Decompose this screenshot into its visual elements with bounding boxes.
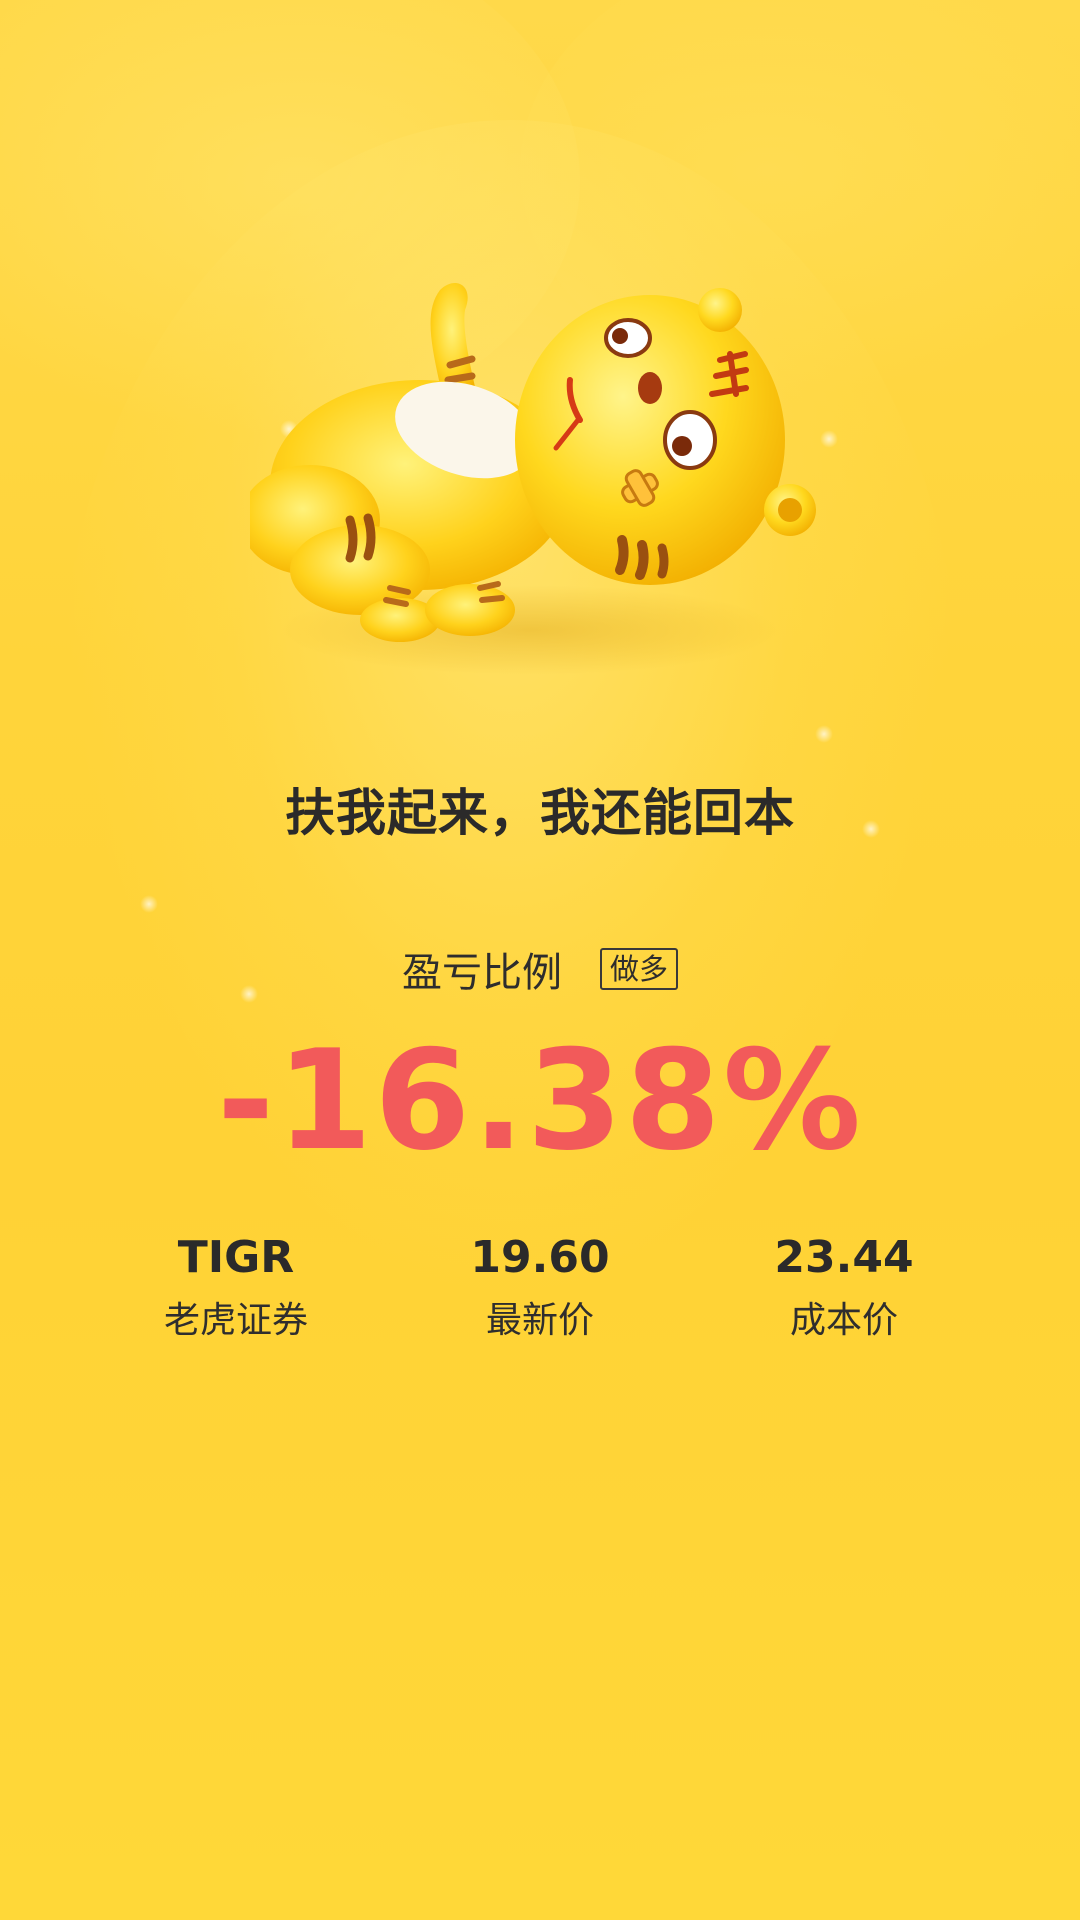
latest-price-value: 19.60 xyxy=(470,1232,610,1283)
share-headline: 扶我起来，我还能回本 xyxy=(285,784,795,842)
sparkle-dot xyxy=(815,725,833,743)
fallen-tiger-mascot-icon xyxy=(250,282,816,675)
stat-latest-price: 19.60 最新价 xyxy=(390,1228,690,1346)
stock-symbol: TIGR xyxy=(177,1232,295,1283)
latest-price-label: 最新价 xyxy=(485,1300,594,1341)
stat-cost-price: 23.44 成本价 xyxy=(694,1228,994,1346)
pnl-ratio-label: 盈亏比例 xyxy=(401,950,562,996)
pnl-ratio-row: 盈亏比例 做多 xyxy=(0,940,1080,998)
stock-name: 老虎证券 xyxy=(163,1300,308,1341)
position-direction-badge: 做多 xyxy=(599,948,678,990)
sparkle-dot xyxy=(140,895,158,913)
share-card: 扶我起来，我还能回本 盈亏比例 做多 -16.38% TIGR 老虎证券 19.… xyxy=(0,0,1080,1920)
pnl-percentage: -16.38% xyxy=(216,1020,864,1181)
cost-price-label: 成本价 xyxy=(789,1300,898,1341)
cost-price-value: 23.44 xyxy=(774,1232,914,1283)
stat-symbol: TIGR 老虎证券 xyxy=(86,1228,386,1346)
